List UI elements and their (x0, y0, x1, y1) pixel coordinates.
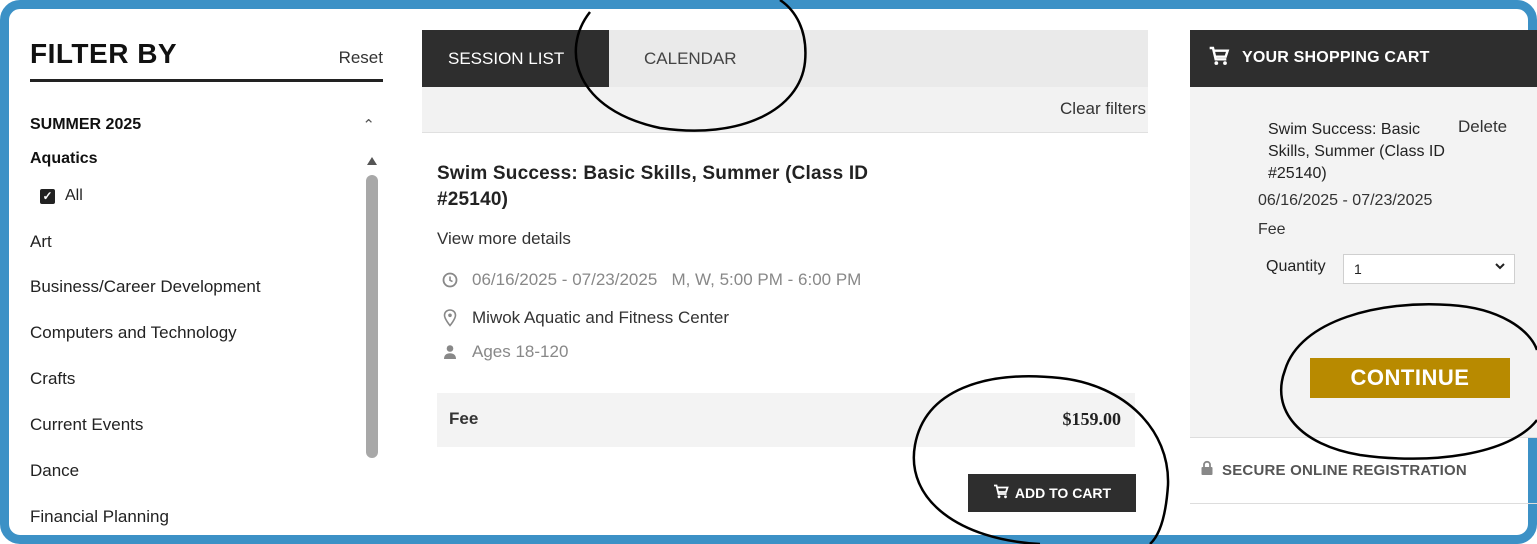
quantity-label: Quantity (1266, 258, 1326, 275)
tab-calendar[interactable]: CALENDAR (618, 30, 763, 87)
category-computers[interactable]: Computers and Technology (30, 323, 237, 343)
category-art[interactable]: Art (30, 232, 52, 252)
fee-label: Fee (449, 409, 479, 428)
scroll-up-arrow[interactable] (367, 157, 377, 165)
cart-item-dates: 06/16/2025 - 07/23/2025 (1258, 192, 1433, 209)
chevron-up-icon: ⌃ (362, 117, 375, 134)
cart-title: YOUR SHOPPING CART (1242, 49, 1430, 66)
clear-filters-link[interactable]: Clear filters (1060, 99, 1146, 119)
category-current-events[interactable]: Current Events (30, 415, 143, 435)
checkbox-checked-icon[interactable]: ✓ (40, 188, 55, 204)
schedule-text: 06/16/2025 - 07/23/2025 M, W, 5:00 PM - … (472, 270, 862, 289)
cart-item-name: Swim Success: Basic Skills, Summer (Clas… (1268, 121, 1445, 182)
location-text: Miwok Aquatic and Fitness Center (472, 308, 730, 327)
cart-delete-link[interactable]: Delete (1458, 117, 1507, 137)
filter-bar: Clear filters (422, 87, 1148, 133)
lock-icon (1200, 460, 1214, 480)
sidebar-scrollbar[interactable] (366, 175, 378, 458)
secure-label: SECURE ONLINE REGISTRATION (1222, 461, 1467, 479)
category-dance[interactable]: Dance (30, 461, 79, 481)
clock-icon (440, 272, 460, 288)
view-tabs: SESSION LIST CALENDAR (422, 30, 1148, 95)
person-icon (440, 344, 460, 360)
all-checkbox-row[interactable]: ✓ All (40, 187, 83, 205)
location-row: Miwok Aquatic and Fitness Center (440, 308, 729, 328)
filter-header: FILTER BY Reset (30, 30, 383, 82)
fee-amount: $159.00 (1062, 409, 1122, 429)
view-details-link[interactable]: View more details (437, 229, 571, 249)
cart-icon (993, 484, 1009, 502)
ages-row: Ages 18-120 (440, 342, 568, 362)
season-toggle[interactable]: SUMMER 2025 ⌃ (30, 116, 383, 138)
chevron-down-icon (1494, 259, 1506, 275)
ages-text: Ages 18-120 (472, 342, 569, 361)
shopping-cart-icon (1208, 46, 1230, 71)
quantity-select[interactable]: 1 (1343, 254, 1515, 284)
map-pin-icon (440, 309, 460, 327)
season-label: SUMMER 2025 (30, 116, 142, 133)
all-label: All (65, 187, 83, 204)
fee-box: Fee $159.00 (437, 393, 1135, 447)
cart-header: YOUR SHOPPING CART (1190, 30, 1537, 87)
continue-button[interactable]: CONTINUE (1310, 358, 1510, 398)
add-to-cart-label: ADD TO CART (1014, 485, 1112, 501)
divider (1190, 503, 1537, 504)
secure-registration: SECURE ONLINE REGISTRATION (1200, 460, 1467, 480)
category-aquatics[interactable]: Aquatics (30, 150, 98, 168)
cart-item-fee: Fee (1258, 221, 1286, 238)
quantity-value: 1 (1354, 261, 1362, 277)
category-business-career[interactable]: Business/Career Development (30, 277, 261, 297)
schedule-row: 06/16/2025 - 07/23/2025 M, W, 5:00 PM - … (440, 270, 861, 290)
add-to-cart-button[interactable]: ADD TO CART (968, 474, 1136, 512)
session-title[interactable]: Swim Success: Basic Skills, Summer (Clas… (437, 161, 907, 213)
tab-session-list[interactable]: SESSION LIST (422, 30, 609, 95)
category-crafts[interactable]: Crafts (30, 369, 75, 389)
filter-title: FILTER BY (30, 38, 178, 69)
category-financial-planning[interactable]: Financial Planning (30, 507, 169, 527)
reset-link[interactable]: Reset (339, 48, 383, 68)
divider (1190, 437, 1537, 438)
